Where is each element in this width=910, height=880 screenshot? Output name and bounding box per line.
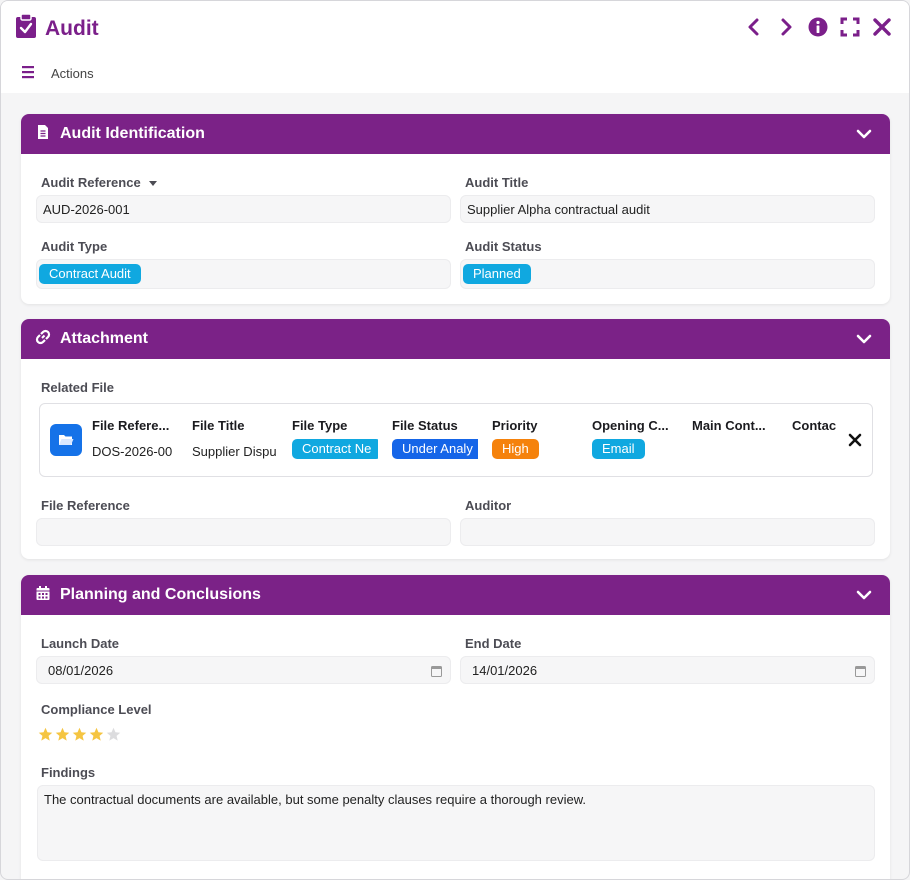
star-filled-icon[interactable] (72, 727, 87, 742)
col-header: Main Cont... (692, 418, 766, 433)
auditor-label: Auditor (465, 498, 512, 513)
launch-date-field[interactable]: 08/01/2026 (36, 656, 451, 684)
cell-file-reference: DOS-2026-00 (92, 444, 173, 459)
planning-panel: Planning and Conclusions Launch Date 08/… (21, 575, 890, 879)
caret-down-icon[interactable] (148, 181, 157, 187)
col-header: Contac (792, 418, 836, 433)
auditor-field[interactable] (460, 518, 875, 546)
star-filled-icon[interactable] (55, 727, 70, 742)
document-icon (35, 124, 51, 145)
file-type-chip: Contract Ne (292, 439, 378, 459)
end-date-field[interactable]: 14/01/2026 (460, 656, 875, 684)
chevron-down-icon[interactable] (856, 331, 872, 347)
col-header: File Status (392, 418, 458, 433)
related-file-label: Related File (41, 380, 114, 395)
audit-title-label: Audit Title (465, 175, 529, 190)
window-controls (743, 15, 893, 39)
app-title: Audit (15, 13, 99, 45)
chevron-left-icon[interactable] (743, 15, 765, 39)
panel-title: Planning and Conclusions (60, 586, 261, 603)
col-file-type: File Type Contract Ne (292, 418, 378, 459)
fullscreen-icon[interactable] (839, 15, 861, 39)
audit-status-field[interactable]: Planned (460, 259, 875, 289)
audit-window: Audit Actions Audit Identification Audit… (0, 0, 910, 880)
close-icon[interactable] (871, 15, 893, 39)
panel-title: Attachment (60, 330, 149, 347)
link-icon (35, 329, 51, 350)
audit-type-chip: Contract Audit (39, 264, 141, 284)
findings-textarea[interactable]: The contractual documents are available,… (37, 785, 875, 861)
file-reference-label: File Reference (41, 498, 130, 513)
actions-menu[interactable]: Actions (21, 65, 94, 82)
compliance-rating[interactable] (38, 727, 121, 742)
related-file-card[interactable]: File Refere... DOS-2026-00 File Title Su… (39, 403, 873, 477)
app-title-text: Audit (45, 17, 99, 40)
info-icon[interactable] (807, 15, 829, 39)
audit-reference-field[interactable]: AUD-2026-001 (36, 195, 451, 223)
star-empty-icon[interactable] (106, 727, 121, 742)
clipboard-check-icon (15, 13, 37, 45)
chevron-down-icon[interactable] (856, 126, 872, 142)
col-file-title: File Title Supplier Dispu (192, 418, 278, 464)
calendar-picker-icon[interactable] (855, 665, 866, 677)
launch-date-label: Launch Date (41, 636, 120, 651)
folder-open-icon[interactable] (50, 424, 82, 456)
attachment-panel: Attachment Related File File Refere... D… (21, 319, 890, 559)
audit-type-label: Audit Type (41, 239, 108, 254)
col-file-reference: File Refere... DOS-2026-00 (92, 418, 178, 464)
col-header: File Title (192, 418, 245, 433)
audit-reference-label[interactable]: Audit Reference (41, 175, 157, 190)
chevron-down-icon[interactable] (856, 587, 872, 603)
audit-identification-panel: Audit Identification Audit Reference AUD… (21, 114, 890, 304)
col-header: File Type (292, 418, 348, 433)
star-filled-icon[interactable] (89, 727, 104, 742)
priority-chip: High (492, 439, 539, 459)
cell-contact (792, 444, 836, 464)
attachment-header[interactable]: Attachment (21, 319, 890, 359)
col-header: Priority (492, 418, 538, 433)
actions-label[interactable]: Actions (51, 66, 94, 81)
remove-file-icon[interactable] (848, 433, 862, 447)
audit-type-field[interactable]: Contract Audit (36, 259, 451, 289)
panel-title: Audit Identification (60, 125, 205, 142)
compliance-level-label: Compliance Level (41, 702, 152, 717)
col-priority: Priority High (492, 418, 578, 459)
findings-label: Findings (41, 765, 96, 780)
audit-title-field[interactable]: Supplier Alpha contractual audit (460, 195, 875, 223)
star-filled-icon[interactable] (38, 727, 53, 742)
hamburger-icon[interactable] (21, 65, 37, 82)
col-header: Opening C... (592, 418, 669, 433)
calendar-icon (35, 585, 51, 606)
col-file-status: File Status Under Analy (392, 418, 478, 459)
chevron-right-icon[interactable] (775, 15, 797, 39)
opening-channel-chip: Email (592, 439, 645, 459)
audit-identification-header[interactable]: Audit Identification (21, 114, 890, 154)
col-main-contact: Main Cont... (692, 418, 778, 464)
col-opening-channel: Opening C... Email (592, 418, 678, 459)
audit-status-chip: Planned (463, 264, 531, 284)
cell-file-title: Supplier Dispu (192, 444, 277, 459)
end-date-label: End Date (465, 636, 522, 651)
col-contact: Contac (792, 418, 836, 464)
col-header: File Refere... (92, 418, 170, 433)
file-reference-field[interactable] (36, 518, 451, 546)
calendar-picker-icon[interactable] (431, 665, 442, 677)
audit-status-label: Audit Status (465, 239, 542, 254)
planning-header[interactable]: Planning and Conclusions (21, 575, 890, 615)
top-bar: Audit Actions (1, 1, 909, 93)
end-date-value: 14/01/2026 (472, 662, 538, 678)
cell-main-contact (692, 444, 778, 464)
launch-date-value: 08/01/2026 (48, 662, 114, 678)
audit-reference-label-text: Audit Reference (41, 175, 141, 190)
file-status-chip: Under Analy (392, 439, 478, 459)
